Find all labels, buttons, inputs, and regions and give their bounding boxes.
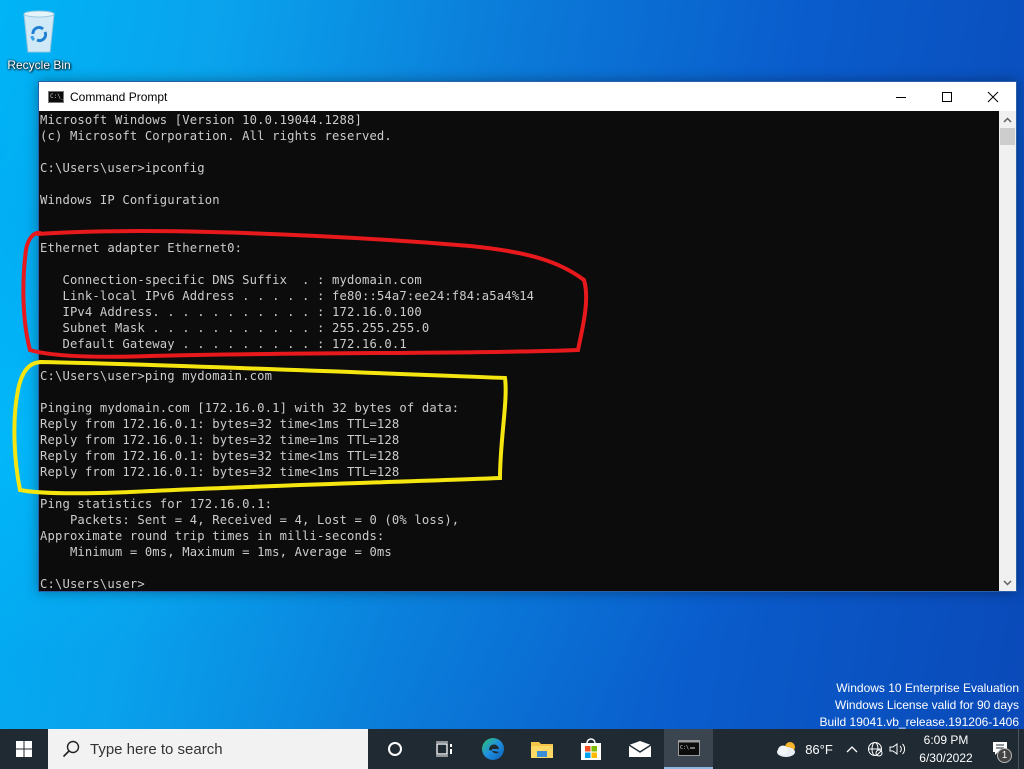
console-line: C:\Users\user>ipconfig xyxy=(40,161,205,175)
console-line: Ethernet adapter Ethernet0: xyxy=(40,241,243,255)
console-line: Reply from 172.16.0.1: bytes=32 time<1ms… xyxy=(40,465,400,479)
minimize-icon xyxy=(896,96,906,98)
vertical-scrollbar[interactable] xyxy=(999,111,1016,591)
chevron-up-icon xyxy=(1003,116,1012,123)
console-line: Reply from 172.16.0.1: bytes=32 time<1ms… xyxy=(40,449,400,463)
start-button[interactable] xyxy=(0,729,48,769)
search-icon xyxy=(62,740,80,758)
clock-time: 6:09 PM xyxy=(923,733,969,747)
cortana-icon xyxy=(387,742,402,756)
taskbar-task-view[interactable] xyxy=(419,729,468,769)
console-line: Microsoft Windows [Version 10.0.19044.12… xyxy=(40,113,362,127)
svg-text:C:\: C:\ xyxy=(680,745,689,751)
maximize-icon xyxy=(942,91,952,102)
watermark-license: Windows License valid for 90 days xyxy=(834,698,1019,712)
scroll-down-button[interactable] xyxy=(999,574,1016,591)
taskbar-mail[interactable] xyxy=(615,729,664,769)
system-tray: 86°F 6:09 PM 6/30/2022 1 xyxy=(768,729,1024,769)
partly-cloudy-icon xyxy=(777,742,796,757)
command-prompt-window[interactable]: C:\_ Command Prompt Microsoft Windows [V… xyxy=(38,81,1017,592)
show-hidden-icons-button[interactable] xyxy=(840,745,864,753)
console-output[interactable]: Microsoft Windows [Version 10.0.19044.12… xyxy=(39,111,999,591)
console-line: Approximate round trip times in milli-se… xyxy=(40,529,385,543)
mail-icon xyxy=(628,741,651,757)
weather-temperature: 86°F xyxy=(805,741,833,757)
console-line: Default Gateway . . . . . . . . . : 172.… xyxy=(40,337,407,351)
close-button[interactable] xyxy=(970,82,1016,111)
show-desktop-button[interactable] xyxy=(1018,729,1024,769)
search-placeholder: Type here to search xyxy=(90,740,223,758)
network-globe-icon xyxy=(868,742,883,757)
window-title: Command Prompt xyxy=(70,89,168,104)
console-line: C:\Users\user> xyxy=(40,577,145,591)
console-line: Minimum = 0ms, Maximum = 1ms, Average = … xyxy=(40,545,392,559)
volume-button[interactable] xyxy=(886,742,910,756)
console-line: (c) Microsoft Corporation. All rights re… xyxy=(40,129,392,143)
weather-widget[interactable]: 86°F xyxy=(768,740,840,758)
console-line: C:\Users\user>ping mydomain.com xyxy=(40,369,273,383)
recycle-bin-icon xyxy=(23,10,55,53)
minimize-button[interactable] xyxy=(878,82,924,111)
close-icon xyxy=(987,91,999,102)
cmd-icon: C:\_ xyxy=(48,90,64,103)
taskbar-command-prompt[interactable]: C:\ xyxy=(664,729,713,769)
speaker-icon xyxy=(889,743,906,755)
taskbar-clock[interactable]: 6:09 PM 6/30/2022 xyxy=(910,731,982,767)
console-line: Connection-specific DNS Suffix . : mydom… xyxy=(40,273,422,287)
chevron-up-icon xyxy=(846,746,858,753)
console-line: Packets: Sent = 4, Received = 4, Lost = … xyxy=(40,513,460,527)
console-line: Reply from 172.16.0.1: bytes=32 time<1ms… xyxy=(40,417,400,431)
windows-logo-icon xyxy=(16,741,32,757)
console-line: Windows IP Configuration xyxy=(40,193,220,207)
store-icon xyxy=(580,738,601,760)
network-button[interactable] xyxy=(864,741,886,757)
console-line: Link-local IPv6 Address . . . . . : fe80… xyxy=(40,289,535,303)
maximize-button[interactable] xyxy=(924,82,970,111)
windows-watermark: Windows 10 Enterprise Evaluation Windows… xyxy=(820,680,1020,731)
taskbar-search-box[interactable]: Type here to search xyxy=(48,729,368,769)
console-line: Reply from 172.16.0.1: bytes=32 time=1ms… xyxy=(40,433,400,447)
recycle-bin-label: Recycle Bin xyxy=(7,58,71,72)
window-titlebar[interactable]: C:\_ Command Prompt xyxy=(39,82,1016,111)
action-center-button[interactable]: 1 xyxy=(982,729,1018,769)
edge-icon xyxy=(481,738,504,760)
console-line: Subnet Mask . . . . . . . . . . . : 255.… xyxy=(40,321,430,335)
taskbar-edge[interactable] xyxy=(468,729,517,769)
console-line: Ping statistics for 172.16.0.1: xyxy=(40,497,273,511)
taskbar-cortana[interactable] xyxy=(370,729,419,769)
console-line: Pinging mydomain.com [172.16.0.1] with 3… xyxy=(40,401,460,415)
task-view-icon xyxy=(435,741,452,757)
clock-date: 6/30/2022 xyxy=(919,751,973,765)
watermark-edition: Windows 10 Enterprise Evaluation xyxy=(836,681,1019,695)
taskbar: Type here to search C:\ 86°F 6:09 PM 6/3… xyxy=(0,729,1024,769)
taskbar-file-explorer[interactable] xyxy=(517,729,566,769)
scroll-thumb[interactable] xyxy=(1000,128,1015,145)
scroll-up-button[interactable] xyxy=(999,111,1016,128)
desktop-icon-recycle-bin[interactable]: Recycle Bin xyxy=(4,8,74,78)
cmd-icon: C:\ xyxy=(677,740,700,756)
notification-count-badge: 1 xyxy=(997,748,1012,763)
folder-icon xyxy=(530,742,553,758)
chevron-down-icon xyxy=(1003,579,1012,586)
taskbar-store[interactable] xyxy=(566,729,615,769)
console-line: IPv4 Address. . . . . . . . . . . : 172.… xyxy=(40,305,422,319)
